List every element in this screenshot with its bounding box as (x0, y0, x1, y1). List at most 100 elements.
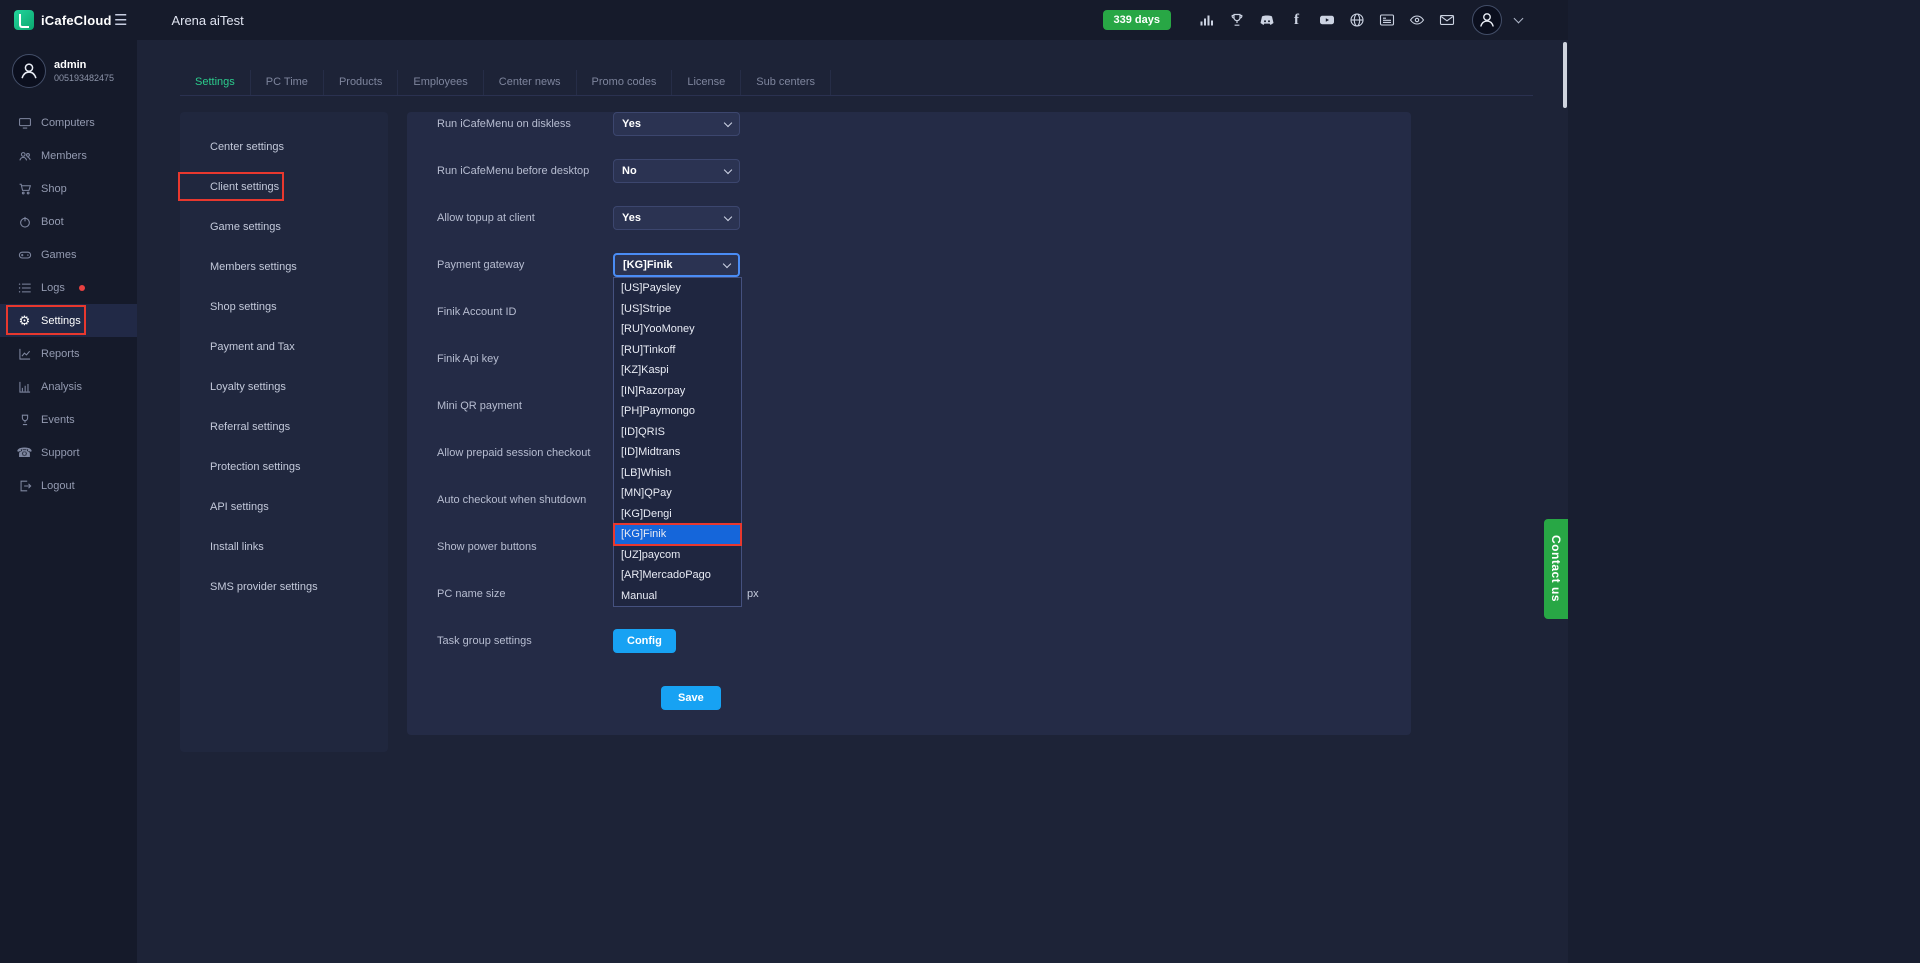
dropdown-option[interactable]: [LB]Whish (614, 463, 741, 484)
nav-referral-settings[interactable]: Referral settings (180, 407, 388, 447)
nav-sms-provider-settings[interactable]: SMS provider settings (180, 567, 388, 607)
sidebar-item-logs[interactable]: Logs (0, 271, 137, 304)
field-label: Mini QR payment (407, 400, 613, 412)
nav-install-links[interactable]: Install links (180, 527, 388, 567)
chevron-down-icon (724, 118, 732, 126)
dropdown-option[interactable]: Manual (614, 586, 741, 607)
tab-bar: Settings PC Time Products Employees Cent… (180, 70, 1533, 96)
select-value: Yes (622, 212, 641, 224)
trophy-icon[interactable] (1228, 12, 1245, 29)
nav-members-settings[interactable]: Members settings (180, 247, 388, 287)
run-icafemenu-before-desktop-select[interactable]: No (613, 159, 740, 183)
nav-api-settings[interactable]: API settings (180, 487, 388, 527)
sidebar-item-members[interactable]: Members (0, 139, 137, 172)
sidebar-item-analysis[interactable]: Analysis (0, 370, 137, 403)
payment-gateway-select[interactable]: [KG]Finik (613, 253, 740, 277)
tab-employees[interactable]: Employees (398, 70, 483, 95)
settings-subnav: Center settings Client settings Game set… (180, 112, 388, 752)
sidebar-item-label: Logs (41, 282, 65, 294)
sidebar-item-boot[interactable]: Boot (0, 205, 137, 238)
form-rows: Run iCafeMenu on diskless Yes Run iCafeM… (407, 112, 1411, 721)
client-settings-form: Run iCafeMenu on diskless Yes Run iCafeM… (407, 112, 1411, 735)
sidebar-item-label: Support (41, 447, 80, 459)
form-row: Allow prepaid session checkout (407, 429, 1411, 476)
app-logo[interactable]: iCafeCloud (0, 10, 104, 30)
sidebar-item-games[interactable]: Games (0, 238, 137, 271)
sidebar-item-logout[interactable]: Logout (0, 469, 137, 502)
config-button[interactable]: Config (613, 629, 676, 653)
select-value: [KG]Finik (623, 259, 673, 271)
contact-us-button[interactable]: Contact us (1544, 519, 1568, 619)
sidebar-item-label: Events (41, 414, 75, 426)
chevron-down-icon[interactable] (1514, 13, 1524, 23)
dropdown-option[interactable]: [MN]QPay (614, 483, 741, 504)
tab-license[interactable]: License (672, 70, 741, 95)
dropdown-option[interactable]: [US]Paysley (614, 278, 741, 299)
dropdown-option[interactable]: [KG]Dengi (614, 504, 741, 525)
tab-center-news[interactable]: Center news (484, 70, 577, 95)
center-name-title: Arena aiTest (171, 13, 243, 28)
tab-pc-time[interactable]: PC Time (251, 70, 324, 95)
dropdown-option[interactable]: [UZ]paycom (614, 545, 741, 566)
stats-icon[interactable] (1198, 12, 1215, 29)
license-days-badge[interactable]: 339 days (1103, 10, 1171, 30)
dropdown-option[interactable]: [PH]Paymongo (614, 401, 741, 422)
nav-protection-settings[interactable]: Protection settings (180, 447, 388, 487)
tab-sub-centers[interactable]: Sub centers (741, 70, 831, 95)
tab-products[interactable]: Products (324, 70, 398, 95)
mail-icon[interactable] (1438, 12, 1455, 29)
eye-icon[interactable] (1408, 12, 1425, 29)
dropdown-option[interactable]: [KZ]Kaspi (614, 360, 741, 381)
allow-topup-select[interactable]: Yes (613, 206, 740, 230)
dropdown-option[interactable]: [RU]Tinkoff (614, 340, 741, 361)
sidebar-item-shop[interactable]: Shop (0, 172, 137, 205)
sidebar-item-reports[interactable]: Reports (0, 337, 137, 370)
tab-settings[interactable]: Settings (180, 70, 251, 95)
nav-center-settings[interactable]: Center settings (180, 127, 388, 167)
field-label: Task group settings (407, 635, 613, 647)
tab-promo-codes[interactable]: Promo codes (577, 70, 673, 95)
discord-icon[interactable] (1258, 12, 1275, 29)
field-label: Run iCafeMenu on diskless (407, 118, 613, 130)
sidebar-item-events[interactable]: Events (0, 403, 137, 436)
nav-client-settings[interactable]: Client settings (180, 167, 388, 207)
chevron-down-icon (724, 212, 732, 220)
boot-icon (17, 215, 32, 229)
sidebar-item-label: Analysis (41, 381, 82, 393)
members-icon (17, 149, 32, 163)
dropdown-option[interactable]: [IN]Razorpay (614, 381, 741, 402)
hamburger-menu-icon[interactable]: ☰ (114, 11, 127, 29)
scrollbar-thumb[interactable] (1563, 42, 1567, 108)
dropdown-option-selected[interactable]: [KG]Finik (614, 524, 741, 545)
dropdown-option[interactable]: [ID]QRIS (614, 422, 741, 443)
field-label: Finik Api key (407, 353, 613, 365)
nav-game-settings[interactable]: Game settings (180, 207, 388, 247)
sidebar-item-settings[interactable]: ⚙ Settings (0, 304, 137, 337)
nav-shop-settings[interactable]: Shop settings (180, 287, 388, 327)
sidebar-item-computers[interactable]: Computers (0, 106, 137, 139)
dropdown-option[interactable]: [RU]YooMoney (614, 319, 741, 340)
nav-payment-and-tax[interactable]: Payment and Tax (180, 327, 388, 367)
user-avatar[interactable] (1472, 5, 1502, 35)
profile-info: admin 005193482475 (54, 59, 114, 83)
profile-block[interactable]: admin 005193482475 (0, 40, 137, 106)
dropdown-option[interactable]: [US]Stripe (614, 299, 741, 320)
dropdown-option[interactable]: [ID]Midtrans (614, 442, 741, 463)
main-content: Settings PC Time Products Employees Cent… (137, 40, 1568, 963)
globe-icon[interactable] (1348, 12, 1365, 29)
dropdown-option[interactable]: [AR]MercadoPago (614, 565, 741, 586)
field-label: PC name size (407, 588, 613, 600)
form-row: Allow topup at client Yes (407, 194, 1411, 241)
form-row: Finik Account ID (407, 288, 1411, 335)
card-icon[interactable] (1378, 12, 1395, 29)
youtube-icon[interactable] (1318, 12, 1335, 29)
save-button[interactable]: Save (661, 686, 721, 710)
nav-loyalty-settings[interactable]: Loyalty settings (180, 367, 388, 407)
facebook-icon[interactable]: f (1288, 12, 1305, 29)
nav-item-label: Client settings (210, 181, 279, 193)
chevron-down-icon (723, 259, 731, 267)
notification-dot (79, 285, 85, 291)
logo-text: iCafeCloud (41, 13, 112, 28)
sidebar-item-support[interactable]: ☎ Support (0, 436, 137, 469)
run-icafemenu-diskless-select[interactable]: Yes (613, 112, 740, 136)
